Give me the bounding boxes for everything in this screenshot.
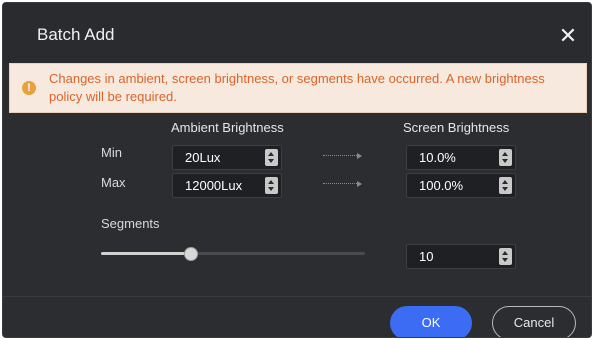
- max-ambient-stepper[interactable]: [265, 177, 278, 194]
- min-ambient-input[interactable]: [173, 146, 259, 169]
- min-screen-input[interactable]: [407, 146, 493, 169]
- min-ambient-spinbox: [172, 145, 282, 170]
- decrement-arrow-icon[interactable]: [502, 159, 508, 163]
- screen-brightness-header: Screen Brightness: [403, 120, 510, 135]
- increment-arrow-icon[interactable]: [502, 251, 508, 255]
- max-label: Max: [101, 175, 126, 190]
- warning-banner: ! Changes in ambient, screen brightness,…: [9, 63, 587, 113]
- warning-text: Changes in ambient, screen brightness, o…: [49, 71, 545, 104]
- dialog-title: Batch Add: [37, 25, 115, 44]
- mapping-arrow-icon: [323, 153, 363, 159]
- warning-icon: !: [22, 81, 36, 95]
- decrement-arrow-icon[interactable]: [268, 187, 274, 191]
- segments-label: Segments: [101, 216, 160, 231]
- ambient-brightness-header: Ambient Brightness: [171, 120, 284, 135]
- increment-arrow-icon[interactable]: [502, 180, 508, 184]
- min-ambient-stepper[interactable]: [265, 149, 278, 166]
- close-icon[interactable]: ✕: [555, 23, 581, 49]
- slider-fill: [101, 252, 191, 255]
- decrement-arrow-icon[interactable]: [502, 187, 508, 191]
- segments-slider[interactable]: [101, 247, 365, 261]
- min-label: Min: [101, 145, 122, 160]
- mapping-arrow-icon: [323, 181, 363, 187]
- max-screen-stepper[interactable]: [499, 177, 512, 194]
- increment-arrow-icon[interactable]: [502, 152, 508, 156]
- max-ambient-input[interactable]: [173, 174, 259, 197]
- segments-input[interactable]: [407, 245, 493, 268]
- batch-add-dialog: Batch Add ✕ ! Changes in ambient, screen…: [2, 2, 592, 338]
- increment-arrow-icon[interactable]: [268, 180, 274, 184]
- segments-stepper[interactable]: [499, 248, 512, 265]
- ok-button[interactable]: OK: [390, 306, 472, 337]
- max-screen-input[interactable]: [407, 174, 493, 197]
- footer-divider: [3, 296, 591, 297]
- slider-handle[interactable]: [183, 247, 198, 261]
- min-screen-spinbox: [406, 145, 516, 170]
- max-screen-spinbox: [406, 173, 516, 198]
- cancel-button[interactable]: Cancel: [492, 306, 576, 337]
- min-screen-stepper[interactable]: [499, 149, 512, 166]
- dialog-titlebar: Batch Add ✕: [3, 3, 591, 65]
- max-ambient-spinbox: [172, 173, 282, 198]
- decrement-arrow-icon[interactable]: [268, 159, 274, 163]
- increment-arrow-icon[interactable]: [268, 152, 274, 156]
- decrement-arrow-icon[interactable]: [502, 258, 508, 262]
- segments-spinbox: [406, 244, 516, 269]
